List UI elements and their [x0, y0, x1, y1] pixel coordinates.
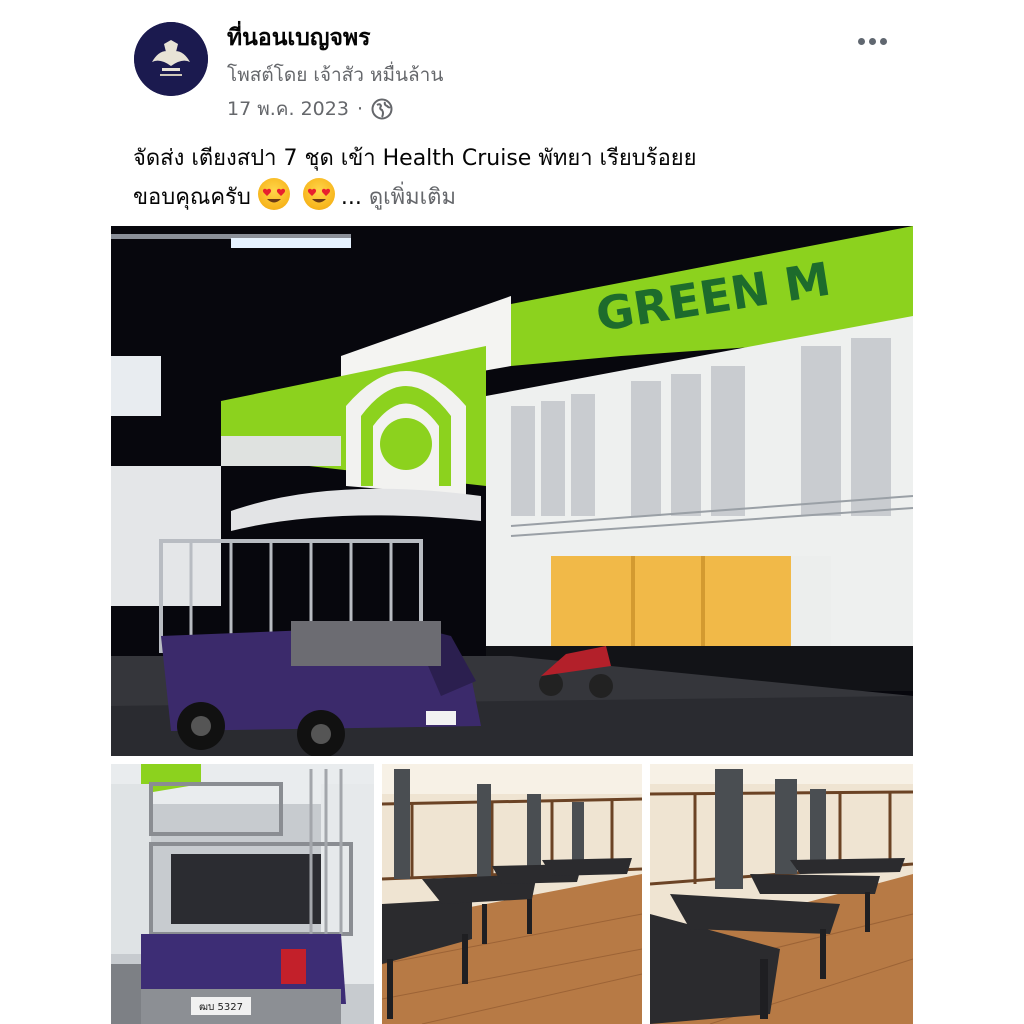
photo-main[interactable]: GREEN M — [111, 226, 913, 756]
post-meta: 17 พ.ค. 2023 · — [227, 94, 393, 124]
posted-by-text: โพสต์โดย เจ้าสัว หมื่นล้าน — [227, 64, 444, 86]
page-avatar[interactable] — [134, 22, 208, 96]
caption-ellipsis: ... — [340, 185, 362, 210]
post-date[interactable]: 17 พ.ค. 2023 — [227, 94, 349, 124]
more-options-button[interactable] — [850, 30, 894, 52]
truck-photo-image: ฒบ 5327 — [111, 764, 374, 1024]
caption-thanks: ขอบคุณครับ — [133, 185, 251, 210]
more-dot — [857, 37, 865, 45]
page-name-link[interactable]: ที่นอนเบญจพร — [227, 20, 370, 56]
plate-text: ฒบ 5327 — [199, 1002, 243, 1013]
spa-room-image-1 — [382, 764, 642, 1024]
building-photo-image: GREEN M — [111, 226, 913, 756]
meta-separator: · — [356, 98, 363, 120]
more-dot — [868, 37, 876, 45]
photo-spa-room-1[interactable] — [382, 764, 642, 1024]
heart-eyes-emoji-icon — [257, 178, 290, 210]
caption-line-1: จัดส่ง เตียงสปา 7 ชุด เข้า Health Cruise… — [133, 146, 697, 171]
photo-spa-room-2[interactable] — [650, 764, 913, 1024]
globe-icon[interactable] — [371, 98, 393, 120]
heart-eyes-emoji-icon — [302, 178, 335, 210]
see-more-link[interactable]: ดูเพิ่มเติม — [369, 185, 456, 210]
more-dot — [879, 37, 887, 45]
post-caption: จัดส่ง เตียงสปา 7 ชุด เข้า Health Cruise… — [133, 140, 853, 217]
photo-truck-loaded[interactable]: ฒบ 5327 — [111, 764, 374, 1024]
caption-line-2: ขอบคุณครับ ... ดูเพิ่มเติม — [133, 178, 853, 217]
spa-room-image-2 — [650, 764, 913, 1024]
page-logo-icon — [134, 22, 208, 96]
